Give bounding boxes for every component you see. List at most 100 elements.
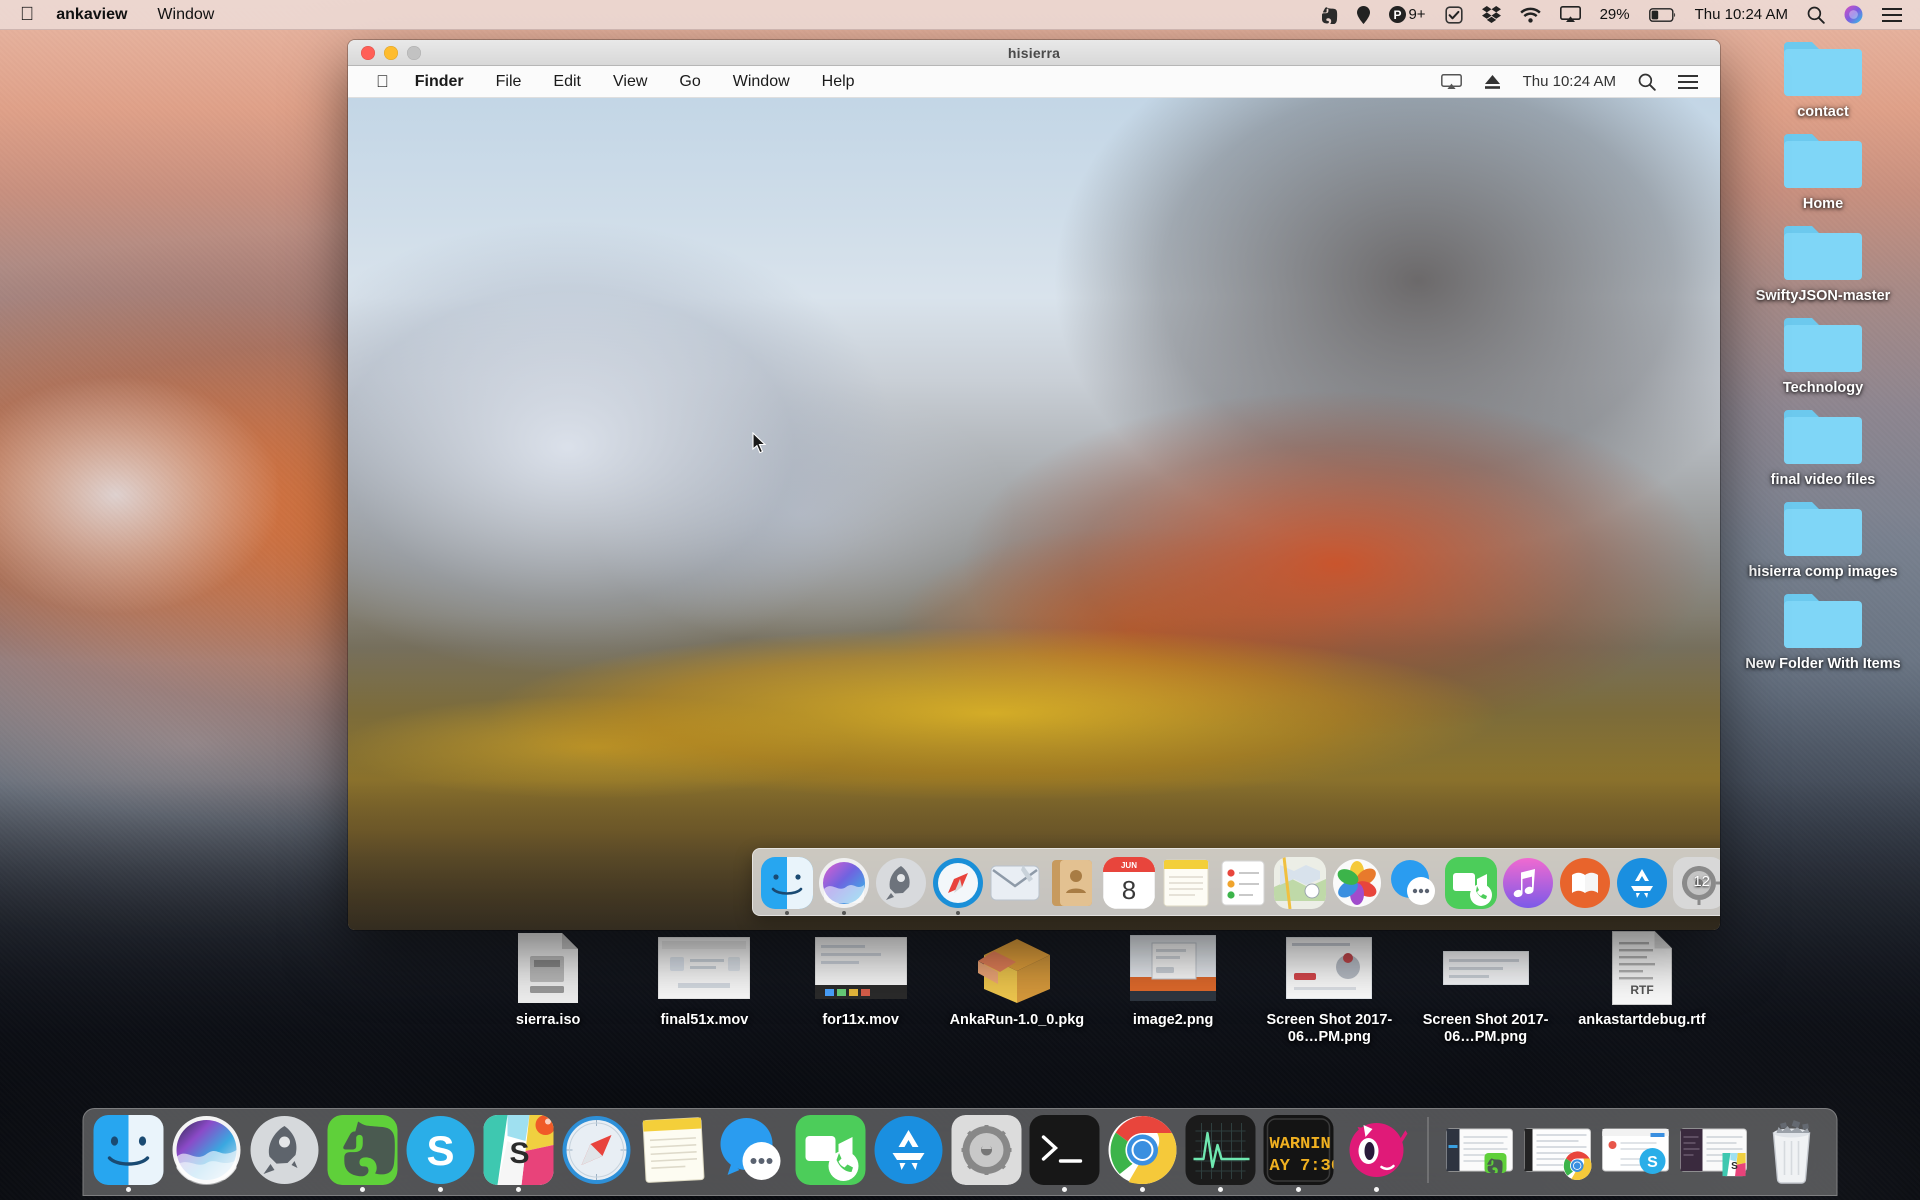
inner-wallpaper: 12 JUN 8: [348, 98, 1720, 930]
desktop-file-ankarun-pkg[interactable]: AnkaRun-1.0_0.pkg: [939, 930, 1095, 1029]
desktop-file-screenshot-2[interactable]: Screen Shot 2017-06…PM.png: [1408, 930, 1564, 1046]
folder-icon: [1782, 220, 1864, 284]
inner-dock-item-notes[interactable]: [1160, 857, 1212, 909]
dock-item-facetime[interactable]: [795, 1115, 866, 1185]
spotlight-search-icon[interactable]: [1638, 73, 1656, 91]
dock-item-ankaview[interactable]: [1342, 1115, 1412, 1192]
dock-item-notes[interactable]: [640, 1115, 710, 1185]
inner-dock-item-maps[interactable]: [1274, 857, 1326, 909]
dock-minimized-chrome-window[interactable]: [1523, 1115, 1593, 1185]
inner-menu-help[interactable]: Help: [822, 73, 855, 91]
inner-dock-item-safari[interactable]: [932, 857, 984, 915]
menu-bar-clock[interactable]: Thu 10:24 AM: [1695, 6, 1788, 23]
dock-item-appstore[interactable]: [874, 1115, 944, 1185]
inner-dock-item-siri[interactable]: [818, 857, 870, 915]
dock-item-slack[interactable]: S: [483, 1115, 554, 1192]
dock-item-evernote[interactable]: [327, 1115, 398, 1192]
running-indicator: [516, 1187, 521, 1192]
notification-center-icon[interactable]: [1882, 7, 1902, 23]
svg-text:P: P: [1394, 8, 1402, 22]
inner-dock-item-finder[interactable]: [761, 857, 813, 915]
wifi-icon[interactable]: [1519, 7, 1541, 23]
running-indicator: [438, 1187, 443, 1192]
desktop-file-sierra-iso[interactable]: sierra.iso: [470, 930, 626, 1029]
dock-item-activitymonitor[interactable]: [1185, 1115, 1256, 1192]
inner-dock-item-itunes[interactable]: [1502, 857, 1554, 909]
desktop-file-for11x-mov[interactable]: for11x.mov: [783, 930, 939, 1029]
eject-icon[interactable]: [1484, 74, 1501, 90]
desktop-file-final51x-mov[interactable]: final51x.mov: [626, 930, 782, 1029]
desktop-file-label: sierra.iso: [515, 1012, 581, 1028]
inner-menu-bar:  Finder File Edit View Go Window Help T…: [348, 66, 1720, 98]
dock-item-trash[interactable]: [1757, 1115, 1827, 1185]
inner-menu-clock[interactable]: Thu 10:24 AM: [1523, 73, 1616, 90]
menu-item-ankaview[interactable]: ankaview: [56, 6, 127, 24]
menu-item-window[interactable]: Window: [157, 6, 214, 24]
inner-menu-file[interactable]: File: [496, 73, 522, 91]
inner-dock-item-appstore[interactable]: [1616, 857, 1668, 909]
desktop-folder-home[interactable]: Home: [1737, 128, 1909, 212]
inner-menu-finder[interactable]: Finder: [415, 73, 464, 91]
inner-dock-item-messages[interactable]: [1388, 857, 1440, 909]
dock-item-terminal[interactable]: [1029, 1115, 1100, 1192]
dock-minimized-skype-window[interactable]: S: [1601, 1115, 1671, 1185]
dock-minimized-slack-window[interactable]: S: [1679, 1115, 1749, 1185]
dock-item-safari[interactable]: [562, 1115, 632, 1185]
inner-menu-window[interactable]: Window: [733, 73, 790, 91]
inner-menu-view[interactable]: View: [613, 73, 647, 91]
desktop-folder-contact[interactable]: contact: [1737, 36, 1909, 120]
menu-bar-status-area: P 9+ 29% Thu 10:24 AM: [1321, 5, 1902, 24]
console-line-1: WARNIN: [1270, 1135, 1331, 1154]
siri-icon[interactable]: [1844, 5, 1863, 24]
hisierra-window[interactable]: hisierra  Finder File Edit View Go Wind…: [348, 40, 1720, 930]
desktop-folder-final-video-files[interactable]: final video files: [1737, 404, 1909, 488]
inner-dock-item-launchpad[interactable]: [875, 857, 927, 909]
inner-dock-item-mail[interactable]: [989, 857, 1041, 909]
airplay-icon[interactable]: [1440, 73, 1462, 90]
dropbox-icon[interactable]: [1481, 5, 1501, 24]
desktop-file-screenshot-1[interactable]: Screen Shot 2017-06…PM.png: [1251, 930, 1407, 1046]
console-line-2: AY 7:36: [1270, 1157, 1334, 1176]
desktop-folder-swiftyjson-master[interactable]: SwiftyJSON-master: [1737, 220, 1909, 304]
inner-menu-go[interactable]: Go: [679, 73, 700, 91]
movie-thumbnail: [658, 930, 751, 1006]
dock-item-console[interactable]: WARNIN AY 7:36: [1263, 1115, 1334, 1192]
inner-dock-item-photos[interactable]: [1331, 857, 1383, 909]
wallpaper-snow-region: [0, 360, 330, 660]
desktop-file-image2-png[interactable]: image2.png: [1095, 930, 1251, 1029]
inner-dock-item-calendar[interactable]: JUN 8: [1103, 857, 1155, 909]
spotlight-search-icon[interactable]: [1807, 6, 1825, 24]
location-pin-icon[interactable]: [1357, 5, 1371, 24]
dock-item-launchpad[interactable]: [250, 1115, 320, 1185]
inner-dock-item-facetime[interactable]: [1445, 857, 1497, 909]
inner-dock-item-contacts[interactable]: [1046, 857, 1098, 909]
dock-item-siri[interactable]: [172, 1115, 242, 1185]
dock-item-finder[interactable]: [93, 1115, 164, 1192]
notification-center-icon[interactable]: [1678, 74, 1698, 90]
inner-dock: JUN 8: [752, 848, 1720, 916]
running-indicator: [956, 911, 960, 915]
apple-menu-icon[interactable]: : [376, 72, 389, 92]
dock-item-systempreferences[interactable]: [951, 1115, 1022, 1185]
evernote-icon[interactable]: [1321, 6, 1338, 24]
desktop-folder-technology[interactable]: Technology: [1737, 312, 1909, 396]
airplay-icon[interactable]: [1559, 6, 1581, 23]
dock-minimized-evernote-window[interactable]: [1445, 1115, 1515, 1185]
apple-menu-icon[interactable]: : [20, 5, 34, 24]
checkbox-check-icon[interactable]: [1444, 5, 1463, 24]
window-title-bar[interactable]: hisierra: [348, 40, 1720, 66]
battery-icon[interactable]: [1648, 7, 1676, 22]
calendar-month: JUN: [1121, 861, 1137, 870]
inner-dock-item-reminders[interactable]: [1217, 857, 1269, 909]
svg-text:RTF: RTF: [1630, 983, 1653, 997]
dock-item-chrome[interactable]: [1108, 1115, 1178, 1192]
desktop-file-ankastartdebug-rtf[interactable]: RTF ankastartdebug.rtf: [1564, 930, 1720, 1029]
desktop-folder-hisierra-comp-images[interactable]: hisierra comp images: [1737, 496, 1909, 580]
pocket-status-item[interactable]: P 9+: [1389, 6, 1426, 23]
calendar-day: 8: [1122, 875, 1136, 905]
desktop-folder-new-folder-with-items[interactable]: New Folder With Items: [1737, 588, 1909, 672]
inner-menu-edit[interactable]: Edit: [553, 73, 581, 91]
inner-dock-item-ibooks[interactable]: [1559, 857, 1611, 909]
dock-item-skype[interactable]: S: [406, 1115, 476, 1192]
dock-item-messages[interactable]: [718, 1115, 788, 1185]
